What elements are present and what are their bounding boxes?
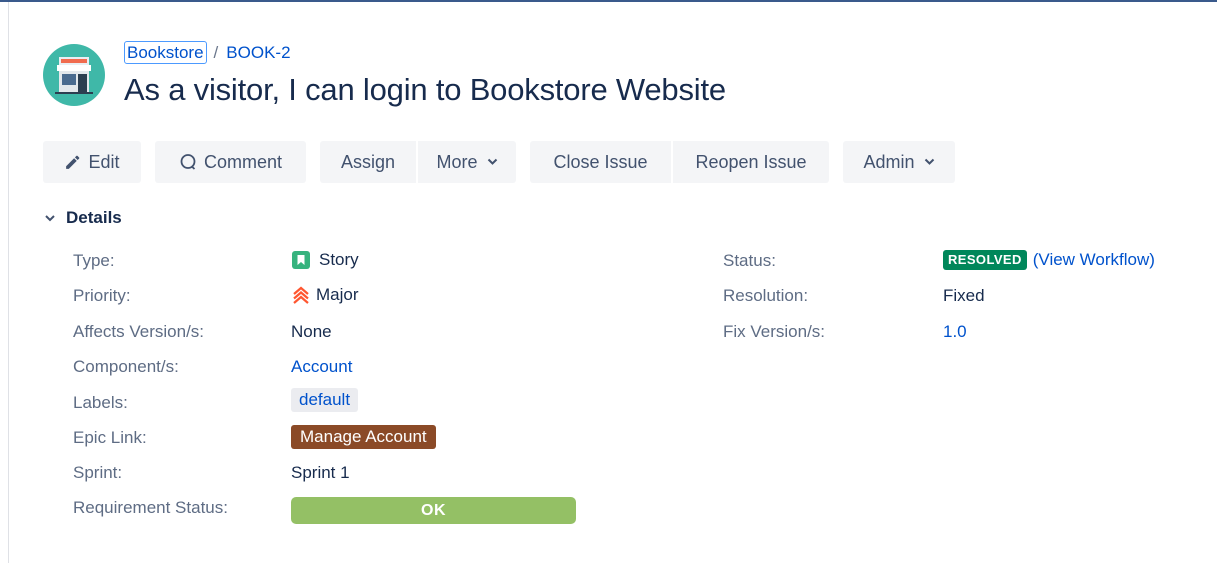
top-divider [0, 0, 1217, 2]
type-value-text: Story [319, 250, 359, 269]
comment-button[interactable]: Comment [155, 141, 306, 183]
more-button-label: More [436, 151, 478, 172]
fix-version-link[interactable]: 1.0 [943, 322, 967, 342]
resolution-label: Resolution: [723, 286, 809, 305]
admin-button-label: Admin [863, 151, 915, 172]
sprint-value: Sprint 1 [291, 463, 350, 482]
label-tag-default[interactable]: default [291, 388, 359, 412]
edit-button-label: Edit [88, 151, 120, 172]
sprint-label: Sprint: [73, 463, 123, 482]
requirement-status-label: Requirement Status: [73, 498, 228, 517]
comment-icon [179, 153, 197, 171]
more-button[interactable]: More [418, 141, 516, 183]
priority-major-icon [291, 285, 311, 305]
type-value: Story [291, 250, 359, 270]
component-account-link[interactable]: Account [291, 357, 352, 377]
chevron-down-icon [924, 158, 935, 166]
type-label: Type: [73, 251, 115, 270]
assign-button-label: Assign [340, 151, 396, 172]
breadcrumb-project-link[interactable]: Bookstore [124, 41, 207, 64]
reopen-issue-button-label: Reopen Issue [695, 151, 807, 172]
breadcrumb: Bookstore / BOOK-2 [124, 41, 291, 64]
edit-button[interactable]: Edit [43, 141, 141, 183]
requirement-status-badge: OK [291, 497, 576, 524]
fix-versions-label: Fix Version/s: [723, 322, 826, 341]
chevron-down-icon [44, 214, 58, 223]
affects-versions-label: Affects Version/s: [73, 322, 205, 341]
issue-toolbar: Edit Comment Assign More Close Issue Reo… [0, 141, 1217, 183]
chevron-down-icon [487, 158, 498, 166]
epic-link-value: Manage Account [291, 425, 436, 449]
project-avatar[interactable] [43, 44, 105, 106]
close-issue-button[interactable]: Close Issue [530, 141, 671, 183]
epic-link-lozenge[interactable]: Manage Account [291, 425, 436, 449]
left-divider [8, 2, 9, 563]
affects-versions-value: None [291, 322, 332, 341]
breadcrumb-issue-key-link[interactable]: BOOK-2 [226, 43, 290, 63]
breadcrumb-separator: / [213, 42, 219, 62]
admin-button[interactable]: Admin [843, 141, 955, 183]
priority-label: Priority: [73, 286, 131, 305]
resolution-value: Fixed [943, 286, 985, 305]
bookstore-storefront-icon [55, 57, 93, 94]
comment-button-label: Comment [203, 151, 283, 172]
labels-label: Labels: [73, 393, 128, 412]
assign-button[interactable]: Assign [320, 141, 416, 183]
reopen-issue-button[interactable]: Reopen Issue [673, 141, 829, 183]
status-label: Status: [723, 251, 776, 270]
status-badge: RESOLVED [943, 250, 1027, 270]
details-heading: Details [66, 208, 122, 227]
story-icon [291, 250, 311, 270]
components-label: Component/s: [73, 357, 179, 376]
details-section-toggle[interactable]: Details [44, 208, 122, 228]
status-value: RESOLVED (View Workflow) [943, 250, 1155, 270]
pencil-icon [64, 154, 81, 171]
priority-value-text: Major [316, 285, 359, 304]
view-workflow-link[interactable]: (View Workflow) [1033, 250, 1155, 270]
epic-link-label: Epic Link: [73, 428, 147, 447]
labels-value: default [291, 388, 359, 412]
issue-title[interactable]: As a visitor, I can login to Bookstore W… [124, 72, 726, 108]
close-issue-button-label: Close Issue [553, 151, 648, 172]
priority-value: Major [291, 285, 359, 305]
